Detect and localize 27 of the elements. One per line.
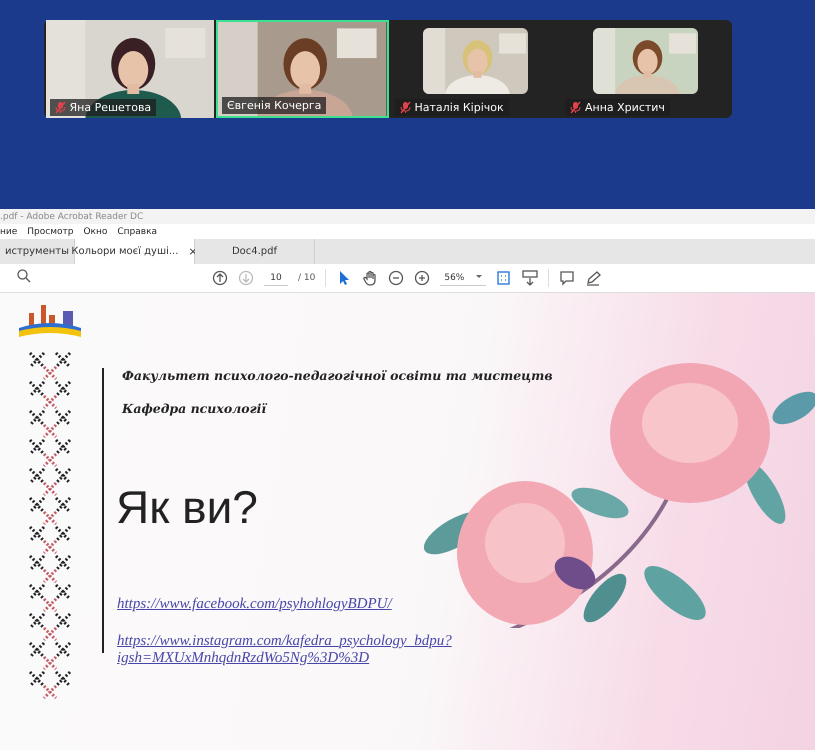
page-count: / 10 [298,273,316,283]
pen-icon[interactable] [585,270,602,286]
fit-page-icon[interactable] [496,270,512,286]
zoom-dropdown[interactable]: 56% [440,270,486,286]
tab[interactable]: Doc4.pdf [195,239,315,264]
zoom-out-icon[interactable] [388,270,404,286]
hand-icon[interactable] [362,270,378,286]
participant-name: Анна Христич [565,99,670,116]
link[interactable]: https://www.facebook.com/psyhohlogyBDPU/ [117,596,487,613]
caret-icon [476,272,482,278]
scroll-tool-icon[interactable] [522,270,538,286]
search-icon[interactable] [16,268,32,284]
comment-icon[interactable] [559,270,576,286]
menu-item[interactable]: Окно [83,226,108,236]
menu-item[interactable]: ние [0,226,18,236]
link[interactable]: https://www.instagram.com/kafedra_psychology_bdpu?igsh=MXUxMnhqdnRzdWo5Ng%3D%3D [117,633,487,667]
zoom-in-icon[interactable] [414,270,430,286]
window-title: .pdf - Adobe Acrobat Reader DC [0,212,144,222]
participant-name: Наталія Кірічок [394,99,509,116]
menu-item[interactable]: Просмотр [27,226,74,236]
page-number-field[interactable]: 10 [264,270,288,286]
slide-heading: Як ви? [116,480,259,534]
department-title: Кафедра психології [122,401,268,416]
menu-item[interactable]: Справка [117,226,158,236]
participant-name: Євгенія Кочерга [222,97,326,114]
faculty-title: Факультет психолого-педагогічної освіти та мистецтв [122,368,553,383]
participant-name: Яна Решетова [50,99,156,116]
